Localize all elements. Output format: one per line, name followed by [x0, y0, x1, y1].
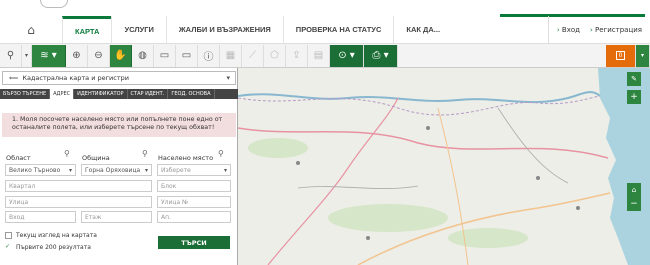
zoom-box-out-icon[interactable]: ▭	[176, 44, 198, 67]
naseleno-pin-icon[interactable]: ⚲	[218, 149, 224, 158]
obshtina-pin-icon[interactable]: ⚲	[142, 149, 148, 158]
warning-message: 1. Моля посочете населено място или попъ…	[2, 113, 236, 137]
nav-tab-services[interactable]: УСЛУГИ	[111, 16, 165, 43]
zoom-box-icon[interactable]: ▭	[154, 44, 176, 67]
oblast-label: Област	[6, 154, 31, 162]
upload-icon[interactable]: ⇪	[286, 44, 308, 67]
clear-icon[interactable]: ▤	[308, 44, 330, 67]
floor-input[interactable]: Етаж	[81, 211, 152, 223]
current-view-label: Текущ изглед на картата	[16, 232, 97, 239]
map-home-icon[interactable]: ⌂	[627, 183, 641, 197]
current-view-checkbox[interactable]	[5, 232, 12, 239]
first200-label: Първите 200 резултата	[16, 244, 91, 251]
obshtina-label: Община	[82, 154, 110, 162]
street-number-input[interactable]: Улица №	[157, 196, 231, 208]
naseleno-select[interactable]: Изберете ▾	[157, 164, 231, 176]
checkmark-icon[interactable]: ✓	[5, 243, 10, 250]
chevron-down-icon: ▾	[68, 166, 72, 174]
zoom-in-icon[interactable]: ⊕	[66, 44, 88, 67]
search-dropdown-icon[interactable]: ▾	[22, 44, 32, 67]
measure-area-icon[interactable]: ▦	[220, 44, 242, 67]
layer-select[interactable]: ⟸ Кадастрална карта и регистри ▾	[2, 71, 236, 85]
location-icon[interactable]: ⊙ ▾	[330, 44, 364, 67]
nav-tab-complaints[interactable]: ЖАЛБИ И ВЪЗРАЖЕНИЯ	[165, 16, 283, 43]
layer-icon: ⟸	[9, 74, 19, 82]
chevron-down-icon: ▾	[144, 166, 148, 174]
map-view[interactable]: ✎ + ⌂ −	[238, 68, 650, 265]
register-link[interactable]: › Регистрация	[590, 26, 642, 34]
pan-hand-icon[interactable]: ✋	[110, 44, 132, 67]
map-zoom-out-button[interactable]: −	[627, 197, 641, 211]
main-nav: ⌂ КАРТА УСЛУГИ ЖАЛБИ И ВЪЗРАЖЕНИЯ ПРОВЕР…	[0, 16, 650, 44]
nav-tab-map[interactable]: КАРТА	[62, 16, 112, 43]
search-icon[interactable]: ⚲	[0, 44, 22, 67]
login-link[interactable]: › Вход	[557, 26, 580, 34]
print-icon[interactable]: ⎙ ▾	[364, 44, 398, 67]
polygon-icon[interactable]: ⬠	[264, 44, 286, 67]
auth-links: › Вход › Регистрация	[547, 16, 642, 44]
zoom-out-icon[interactable]: ⊖	[88, 44, 110, 67]
measure-line-icon[interactable]: ⟋	[242, 44, 264, 67]
basket-counter: 0	[615, 51, 626, 60]
home-icon[interactable]: ⌂	[0, 16, 62, 43]
site-logo	[40, 0, 68, 8]
blok-input[interactable]: Блок	[157, 180, 231, 192]
nav-tab-howto[interactable]: КАК ДА...	[393, 16, 452, 43]
map-toolbar: ⚲ ▾ ≋ ▾ ⊕ ⊖ ✋ ◍ ▭ ▭ ⓘ ▦ ⟋ ⬠ ⇪ ▤ ⊙ ▾ ⎙ ▾ …	[0, 44, 650, 68]
oblast-pin-icon[interactable]: ⚲	[64, 149, 70, 158]
layers-icon[interactable]: ≋ ▾	[32, 44, 66, 67]
street-input[interactable]: Улица	[5, 196, 152, 208]
globe-icon[interactable]: ◍	[132, 44, 154, 67]
tab-geodetic-base[interactable]: ГЕОД. ОСНОВА	[168, 89, 215, 99]
map-canvas	[238, 68, 650, 265]
tab-address[interactable]: АДРЕС	[50, 89, 75, 99]
chevron-down-icon: ▾	[223, 166, 227, 174]
chevron-down-icon: ▾	[226, 74, 230, 82]
search-button[interactable]: ТЪРСИ	[158, 236, 230, 249]
kvartal-input[interactable]: Квартал	[5, 180, 152, 192]
entrance-input[interactable]: Вход	[5, 211, 76, 223]
map-settings-icon[interactable]: ✎	[627, 72, 641, 86]
map-zoom-in-button[interactable]: +	[627, 90, 641, 104]
nav-tab-status-check[interactable]: ПРОВЕРКА НА СТАТУС	[282, 16, 394, 43]
tab-old-identifier[interactable]: СТАР ИДЕНТ.	[128, 89, 169, 99]
naseleno-label: Населено място	[158, 154, 214, 162]
apartment-input[interactable]: Ап.	[157, 211, 231, 223]
obshtina-select[interactable]: Горна Оряховица ▾	[81, 164, 152, 176]
oblast-select[interactable]: Велико Търново ▾	[5, 164, 76, 176]
basket-counter-button[interactable]: 0	[606, 44, 636, 67]
tab-quick-search[interactable]: БЪРЗО ТЪРСЕНЕ	[0, 89, 51, 99]
toggle-panel-icon[interactable]: ▾	[636, 44, 650, 67]
info-icon[interactable]: ⓘ	[198, 44, 220, 67]
search-tabs: БЪРЗО ТЪРСЕНЕ АДРЕС ИДЕНТИФИКАТОР СТАР И…	[0, 89, 238, 99]
tab-identifier[interactable]: ИДЕНТИФИКАТОР	[74, 89, 128, 99]
